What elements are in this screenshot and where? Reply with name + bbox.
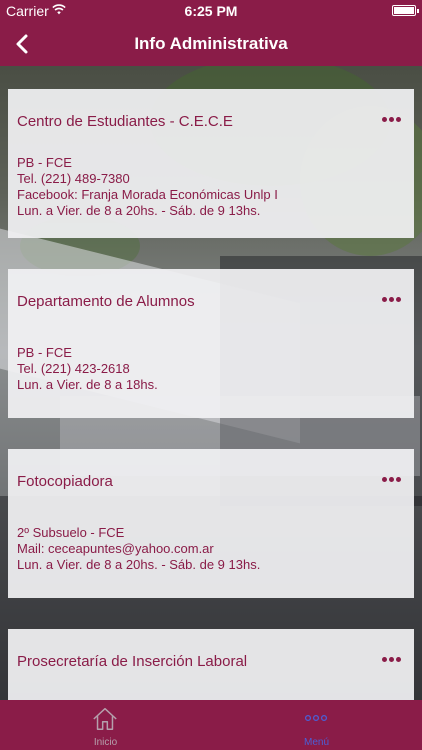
- info-card-cece[interactable]: Centro de Estudiantes - C.E.C.E PB - FCE…: [8, 89, 414, 238]
- tab-menu[interactable]: Menú: [211, 700, 422, 750]
- tab-label: Menú: [303, 737, 329, 748]
- tab-inicio[interactable]: Inicio: [0, 700, 211, 750]
- info-card-alumnos[interactable]: Departamento de Alumnos PB - FCE Tel. (2…: [8, 269, 414, 418]
- battery-icon: [392, 5, 419, 16]
- card-location: PB - FCE: [17, 345, 72, 360]
- more-options-icon[interactable]: [382, 654, 404, 666]
- page-title: Info Administrativa: [134, 34, 288, 53]
- card-title: Fotocopiadora: [17, 473, 113, 490]
- navigation-bar: Info Administrativa: [0, 22, 422, 66]
- card-details: 2º Subsuelo - FCE Mail: ceceapuntes@yaho…: [17, 525, 260, 573]
- info-list[interactable]: Centro de Estudiantes - C.E.C.E PB - FCE…: [0, 66, 422, 700]
- clock: 6:25 PM: [184, 3, 238, 19]
- info-card-insercion-laboral[interactable]: Prosecretaría de Inserción Laboral: [8, 629, 414, 700]
- card-details: PB - FCE Tel. (221) 423-2618 Lun. a Vier…: [17, 345, 158, 393]
- card-title: Prosecretaría de Inserción Laboral: [17, 653, 248, 670]
- more-icon: [304, 714, 328, 722]
- more-options-icon[interactable]: [382, 294, 404, 306]
- card-location: 2º Subsuelo - FCE: [17, 525, 125, 540]
- card-phone: Tel. (221) 423-2618: [17, 361, 130, 376]
- card-hours: Lun. a Vier. de 8 a 20hs. - Sáb. de 9 13…: [17, 203, 261, 218]
- card-hours: Lun. a Vier. de 8 a 18hs.: [17, 377, 158, 392]
- more-options-icon[interactable]: [382, 474, 404, 486]
- card-hours: Lun. a Vier. de 8 a 20hs. - Sáb. de 9 13…: [17, 557, 261, 572]
- card-phone: Tel. (221) 489-7380: [17, 171, 130, 186]
- card-email: Mail: ceceapuntes@yahoo.com.ar: [17, 541, 214, 556]
- info-card-fotocopiadora[interactable]: Fotocopiadora 2º Subsuelo - FCE Mail: ce…: [8, 449, 414, 598]
- card-location: PB - FCE: [17, 155, 72, 170]
- card-details: PB - FCE Tel. (221) 489-7380 Facebook: F…: [17, 155, 278, 219]
- card-title: Centro de Estudiantes - C.E.C.E: [17, 113, 233, 130]
- tab-label: Inicio: [93, 737, 118, 748]
- status-bar: Carrier 6:25 PM: [0, 0, 422, 22]
- card-facebook: Facebook: Franja Morada Económicas Unlp …: [17, 187, 278, 202]
- card-title: Departamento de Alumnos: [17, 293, 195, 310]
- home-icon: [93, 707, 117, 731]
- more-options-icon[interactable]: [382, 114, 404, 126]
- tab-bar: Inicio Menú: [0, 700, 422, 750]
